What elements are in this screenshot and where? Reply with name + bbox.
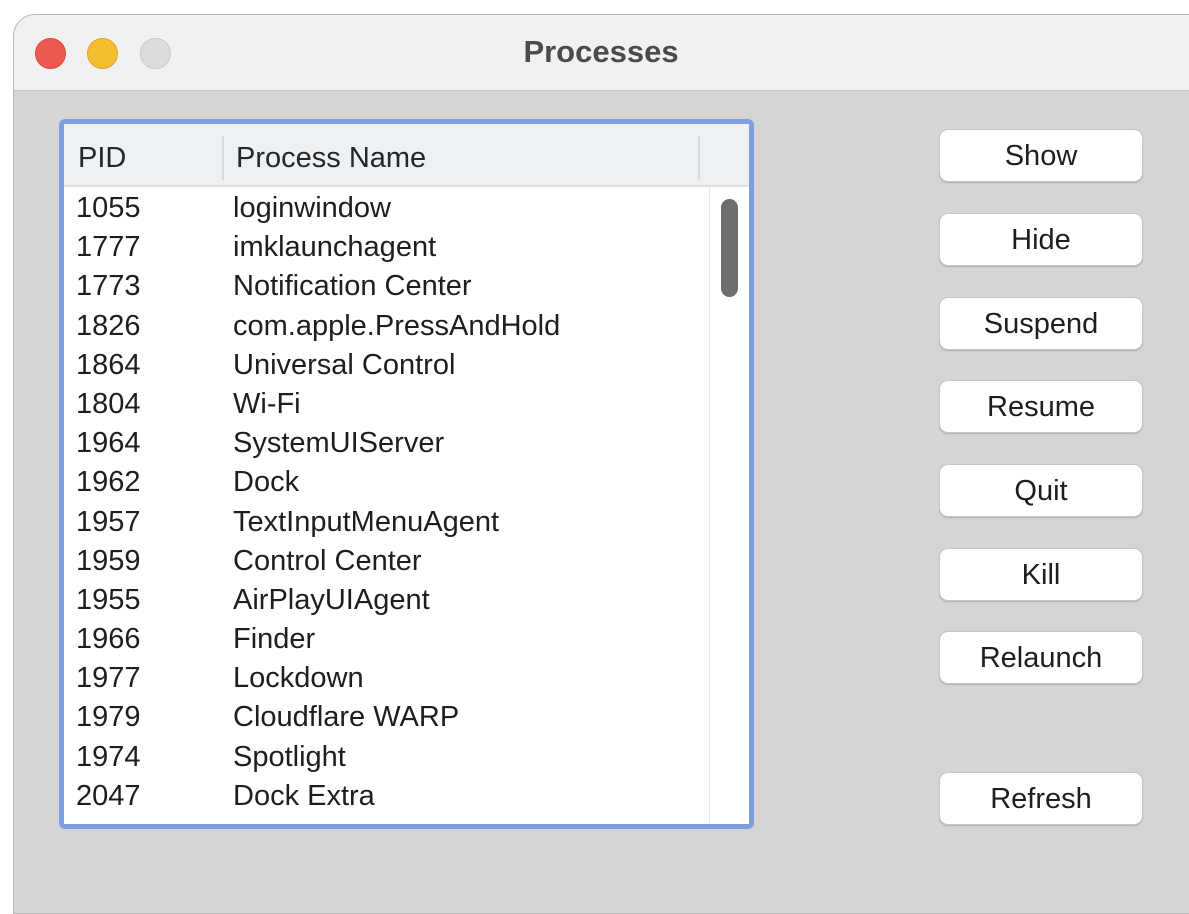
row-process-name: Finder xyxy=(233,623,316,656)
column-divider[interactable] xyxy=(222,136,224,180)
row-process-name: TextInputMenuAgent xyxy=(233,505,500,538)
relaunch-button[interactable]: Relaunch xyxy=(939,631,1143,684)
row-process-name: Lockdown xyxy=(233,662,364,695)
row-process-name: com.apple.PressAndHold xyxy=(233,309,561,342)
row-process-name: Dock xyxy=(233,466,300,499)
row-pid: 1826 xyxy=(76,309,141,342)
kill-button[interactable]: Kill xyxy=(939,548,1143,601)
table-row[interactable]: 1777 imklaunchagent xyxy=(64,231,700,270)
table-row[interactable]: 1979 Cloudflare WARP xyxy=(64,701,700,740)
row-pid: 1962 xyxy=(76,466,141,499)
table-row[interactable]: 1826 com.apple.PressAndHold xyxy=(64,310,700,349)
row-process-name: imklaunchagent xyxy=(233,231,437,264)
table-row[interactable]: 1974 Spotlight xyxy=(64,741,700,780)
table-body: 1055 loginwindow 1777 imklaunchagent 1773 Not… xyxy=(64,192,700,819)
row-pid: 1966 xyxy=(76,623,141,656)
row-pid: 1964 xyxy=(76,427,141,460)
row-pid: 2047 xyxy=(76,779,141,812)
table-row[interactable]: 1773 Notification Center xyxy=(64,270,700,309)
row-pid: 1773 xyxy=(76,270,141,303)
window-title: Processes xyxy=(523,34,679,69)
row-pid: 1804 xyxy=(76,387,141,420)
row-pid: 1864 xyxy=(76,348,141,381)
processes-window: Processes PID Process Name 1055 loginwind… xyxy=(13,14,1189,914)
table-row[interactable]: 1964 SystemUIServer xyxy=(64,427,700,466)
row-pid: 1955 xyxy=(76,583,141,616)
column-header-process-name[interactable]: Process Name xyxy=(236,142,426,175)
row-process-name: AirPlayUIAgent xyxy=(233,583,430,616)
row-pid: 1957 xyxy=(76,505,141,538)
row-process-name: Notification Center xyxy=(233,270,472,303)
resume-button[interactable]: Resume xyxy=(939,380,1143,433)
table-row[interactable]: 1977 Lockdown xyxy=(64,662,700,701)
row-pid: 1977 xyxy=(76,662,141,695)
row-pid: 1974 xyxy=(76,740,141,773)
vertical-scrollbar[interactable] xyxy=(709,187,749,824)
row-pid: 1777 xyxy=(76,231,141,264)
table-row[interactable]: 1055 loginwindow xyxy=(64,192,700,231)
table-row[interactable]: 2047 Dock Extra xyxy=(64,780,700,819)
show-button[interactable]: Show xyxy=(939,129,1143,182)
table-row[interactable]: 1955 AirPlayUIAgent xyxy=(64,584,700,623)
row-process-name: Wi-Fi xyxy=(233,387,301,420)
row-process-name: Cloudflare WARP xyxy=(233,701,460,734)
row-process-name: Dock Extra xyxy=(233,779,375,812)
process-table[interactable]: PID Process Name 1055 loginwindow 1777 imkl… xyxy=(59,119,754,829)
row-pid: 1959 xyxy=(76,544,141,577)
column-header-pid[interactable]: PID xyxy=(78,142,126,175)
table-row[interactable]: 1957 TextInputMenuAgent xyxy=(64,506,700,545)
row-process-name: Universal Control xyxy=(233,348,456,381)
table-row[interactable]: 1962 Dock xyxy=(64,466,700,505)
refresh-button[interactable]: Refresh xyxy=(939,772,1143,825)
row-process-name: loginwindow xyxy=(233,192,391,224)
quit-button[interactable]: Quit xyxy=(939,464,1143,517)
table-row[interactable]: 1864 Universal Control xyxy=(64,349,700,388)
row-process-name: Spotlight xyxy=(233,740,346,773)
row-process-name: Control Center xyxy=(233,544,422,577)
table-row[interactable]: 1966 Finder xyxy=(64,623,700,662)
title-bar[interactable]: Processes xyxy=(14,15,1189,91)
row-process-name: SystemUIServer xyxy=(233,427,445,460)
hide-button[interactable]: Hide xyxy=(939,213,1143,266)
table-header: PID Process Name xyxy=(64,124,749,187)
row-pid: 1055 xyxy=(76,192,141,224)
row-pid: 1979 xyxy=(76,701,141,734)
column-divider[interactable] xyxy=(698,136,700,180)
scrollbar-thumb[interactable] xyxy=(721,199,738,297)
suspend-button[interactable]: Suspend xyxy=(939,297,1143,350)
table-row[interactable]: 1959 Control Center xyxy=(64,545,700,584)
table-row[interactable]: 1804 Wi-Fi xyxy=(64,388,700,427)
